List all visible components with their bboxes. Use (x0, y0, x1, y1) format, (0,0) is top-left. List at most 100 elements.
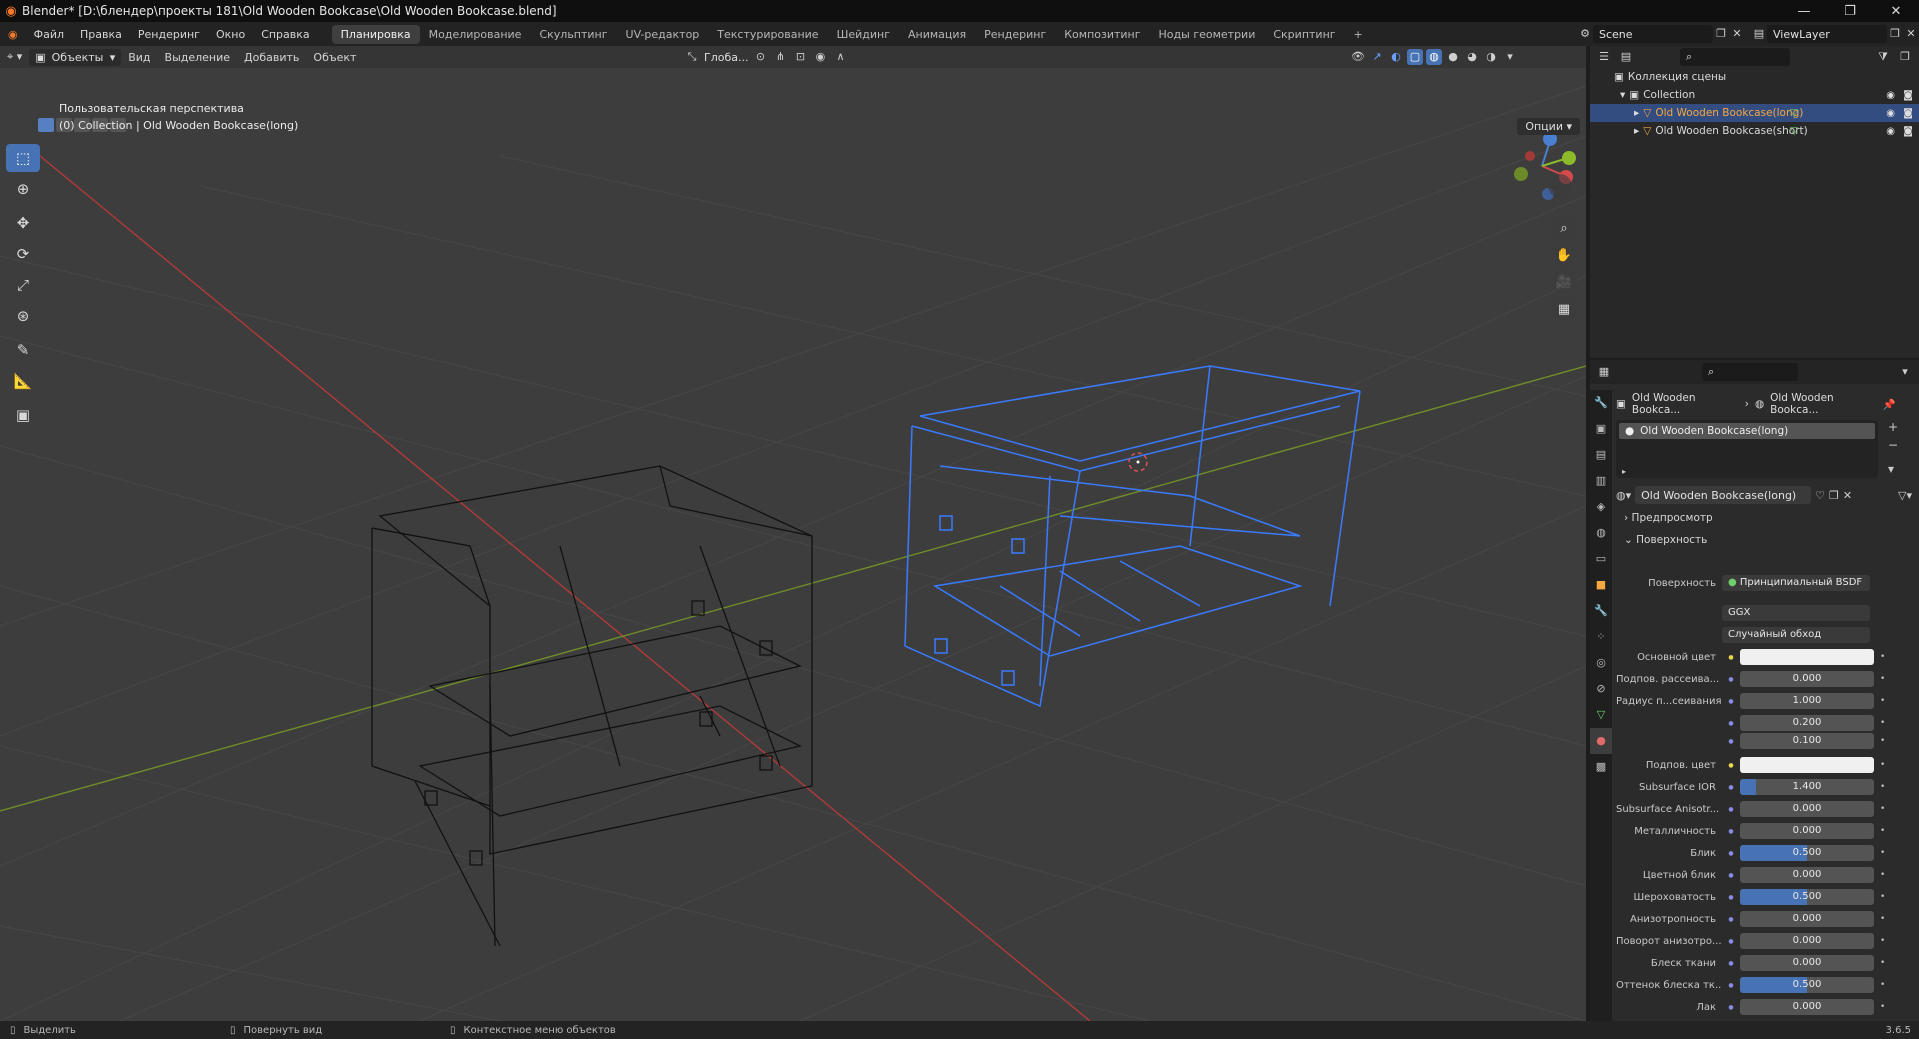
mode-dropdown[interactable]: ▣ Объекты ▾ (29, 48, 122, 66)
world-tab-icon[interactable]: ◍ (1590, 520, 1612, 546)
link-data-icon[interactable]: ▽▾ (1898, 489, 1912, 502)
shading-solid-icon[interactable]: ● (1445, 49, 1461, 65)
delete-scene-icon[interactable]: ✕ (1729, 26, 1745, 42)
mesh-data-icon[interactable]: ▽ (1790, 107, 1798, 119)
editor-type-icon[interactable]: ⌖ ▾ (0, 48, 29, 66)
add-workspace-button[interactable]: + (1345, 25, 1372, 44)
socket-dot-icon[interactable]: ● (1726, 652, 1736, 662)
tab-scripting[interactable]: Скриптинг (1264, 25, 1344, 44)
keyframe-icon[interactable]: • (1880, 892, 1885, 902)
proportional-edit-icon[interactable]: ◉ (812, 49, 828, 65)
new-scene-icon[interactable]: ❐ (1713, 26, 1729, 42)
menu-view[interactable]: Вид (121, 49, 157, 66)
keyframe-icon[interactable]: • (1880, 848, 1885, 858)
material-browse-icon[interactable]: ◍▾ (1616, 489, 1631, 502)
value-slider[interactable]: 1.000 (1740, 693, 1874, 709)
value-slider[interactable]: 0.000 (1740, 911, 1874, 927)
eye-icon[interactable]: ◉ (1886, 126, 1895, 137)
value-slider[interactable]: 1.400 (1740, 779, 1874, 795)
select-new-icon[interactable] (38, 118, 54, 132)
outliner-item-short[interactable]: ▸ ▽ Old Wooden Bookcase(short) ▽ ◉ ◙ (1590, 122, 1919, 140)
options-dropdown[interactable]: Опции ▾ (1517, 118, 1580, 135)
pan-hand-icon[interactable]: ✋ (1552, 243, 1576, 267)
material-name-field[interactable]: Old Wooden Bookcase(long) (1635, 486, 1812, 504)
menu-select[interactable]: Выделение (158, 49, 238, 66)
blender-menu-icon[interactable]: ◉ (0, 28, 26, 41)
snap-icon[interactable]: ⋔ (772, 49, 788, 65)
socket-dot-icon[interactable]: ● (1726, 892, 1736, 902)
keyframe-icon[interactable]: • (1880, 936, 1885, 946)
new-collection-icon[interactable]: ❐ (1897, 49, 1913, 65)
shading-wireframe-icon[interactable]: ◍ (1426, 49, 1442, 65)
color-swatch[interactable] (1740, 757, 1874, 773)
socket-dot-icon[interactable]: ● (1726, 980, 1736, 990)
outliner-editor-icon[interactable]: ☰ (1596, 49, 1612, 65)
tab-compositing[interactable]: Композитинг (1055, 25, 1149, 44)
socket-dot-icon[interactable]: ● (1726, 848, 1736, 858)
value-slider[interactable]: 0.500 (1740, 889, 1874, 905)
tab-sculpting[interactable]: Скульптинг (530, 25, 616, 44)
keyframe-icon[interactable]: • (1880, 674, 1885, 684)
menu-add[interactable]: Добавить (237, 49, 306, 66)
render-tab-icon[interactable]: ▣ (1590, 416, 1612, 442)
overlay-icon[interactable]: ◐ (1388, 49, 1404, 65)
visibility-icon[interactable]: 👁 (1350, 49, 1366, 65)
menu-help[interactable]: Справка (253, 28, 317, 41)
menu-window[interactable]: Окно (208, 28, 253, 41)
snap-target-icon[interactable]: ⊡ (792, 49, 808, 65)
keyframe-icon[interactable]: • (1880, 826, 1885, 836)
value-slider[interactable]: 0.500 (1740, 845, 1874, 861)
keyframe-icon[interactable]: • (1880, 914, 1885, 924)
socket-dot-icon[interactable]: ● (1726, 736, 1736, 746)
keyframe-icon[interactable]: • (1880, 980, 1885, 990)
remove-slot-button[interactable]: − (1888, 438, 1898, 452)
transform-orientation-dropdown[interactable]: Глоба... (704, 51, 748, 64)
zoom-icon[interactable]: ⌕ (1552, 216, 1576, 240)
keyframe-icon[interactable]: • (1880, 736, 1885, 746)
tab-layout[interactable]: Планировка (331, 24, 420, 44)
value-slider[interactable]: 0.000 (1740, 999, 1874, 1015)
measure-tool-icon[interactable]: 📐 (6, 367, 40, 395)
physics-tab-icon[interactable]: ◎ (1590, 650, 1612, 676)
socket-dot-icon[interactable]: ● (1726, 958, 1736, 968)
menu-render[interactable]: Рендеринг (130, 28, 208, 41)
value-slider[interactable]: 0.200 (1740, 715, 1874, 731)
menu-object[interactable]: Объект (306, 49, 363, 66)
socket-dot-icon[interactable]: ● (1726, 826, 1736, 836)
falloff-icon[interactable]: ∧ (832, 49, 848, 65)
subsurface-method-dropdown[interactable]: Случайный обход (1722, 627, 1870, 643)
socket-dot-icon[interactable]: ● (1726, 674, 1736, 684)
keyframe-icon[interactable]: • (1880, 870, 1885, 880)
menu-file[interactable]: Файл (26, 28, 72, 41)
material-slot-list[interactable]: ● Old Wooden Bookcase(long) ▸ (1616, 420, 1878, 478)
socket-dot-icon[interactable]: ● (1726, 696, 1736, 706)
3d-viewport[interactable]: ⌖ ▾ ▣ Объекты ▾ Вид Выделение Добавить Объ… (0, 46, 1586, 1021)
shading-material-icon[interactable]: ◕ (1464, 49, 1480, 65)
expand-arrow-icon[interactable]: ▸ (1622, 467, 1626, 476)
collection-row[interactable]: ▾ ▣ Collection ◉ ◙ (1590, 86, 1919, 104)
navigation-gizmo-click[interactable] (1548, 174, 1572, 198)
value-slider[interactable]: 0.000 (1740, 671, 1874, 687)
particles-tab-icon[interactable]: ⁘ (1590, 624, 1612, 650)
cursor-tool-icon[interactable]: ⊕ (6, 175, 40, 203)
expand-arrow-icon[interactable]: ▾ (1620, 89, 1625, 101)
keyframe-icon[interactable]: • (1880, 696, 1885, 706)
eye-icon[interactable]: ◉ (1886, 90, 1895, 101)
properties-editor-icon[interactable]: ▦ (1596, 364, 1612, 380)
shading-options-icon[interactable]: ▾ (1502, 49, 1518, 65)
keyframe-icon[interactable]: • (1880, 1002, 1885, 1012)
tool-tab-icon[interactable]: 🔧 (1590, 390, 1612, 416)
add-slot-button[interactable]: + (1888, 420, 1898, 434)
value-slider[interactable]: 0.000 (1740, 823, 1874, 839)
delete-view-layer-icon[interactable]: ✕ (1903, 26, 1919, 42)
preview-section-header[interactable]: › Предпросмотр (1624, 512, 1713, 524)
collection-tab-icon[interactable]: ▭ (1590, 546, 1612, 572)
view-layer-icon[interactable]: ▤ (1751, 26, 1767, 42)
tab-rendering[interactable]: Рендеринг (975, 25, 1055, 44)
keyframe-icon[interactable]: • (1880, 782, 1885, 792)
value-slider[interactable]: 0.100 (1740, 733, 1874, 749)
surface-section-header[interactable]: ⌄ Поверхность (1624, 534, 1707, 546)
surface-shader-field[interactable]: ● Принципиальный BSDF (1722, 575, 1870, 591)
scene-tab-icon[interactable]: ◈ (1590, 494, 1612, 520)
modifier-tab-icon[interactable]: 🔧 (1590, 598, 1612, 624)
